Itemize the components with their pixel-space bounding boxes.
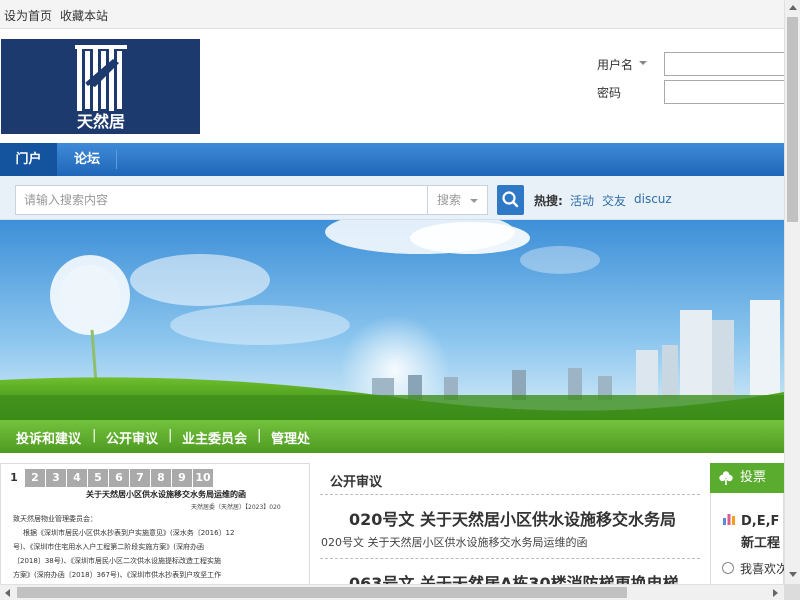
slide-page-5[interactable]: 5 bbox=[88, 469, 108, 487]
main-nav: 门户 论坛 bbox=[0, 143, 784, 176]
doc-line: 致天然居物业管理委员会： bbox=[13, 515, 97, 523]
section-title: 公开审议 bbox=[330, 475, 383, 490]
doc-ref: 天然居委（天然居）【2023】020 bbox=[191, 504, 281, 511]
hot-link-dating[interactable]: 交友 bbox=[602, 192, 626, 209]
scroll-right-icon[interactable] bbox=[773, 589, 778, 597]
slide-page-6[interactable]: 6 bbox=[109, 469, 129, 487]
chevron-down-icon[interactable] bbox=[639, 61, 647, 65]
hot-link-activity[interactable]: 活动 bbox=[570, 192, 594, 209]
slide-page-9[interactable]: 9 bbox=[172, 469, 192, 487]
vote-option-radio[interactable] bbox=[722, 562, 734, 574]
search-button[interactable] bbox=[497, 185, 524, 215]
category-separator: | bbox=[168, 428, 173, 443]
banner-image bbox=[0, 220, 784, 420]
password-label: 密码 bbox=[597, 86, 622, 100]
category-public-review[interactable]: 公开审议 bbox=[106, 428, 158, 447]
clover-icon bbox=[719, 471, 733, 485]
category-complaints[interactable]: 投诉和建议 bbox=[16, 428, 81, 447]
category-management-office[interactable]: 管理处 bbox=[271, 428, 310, 447]
hot-search-label: 热搜: bbox=[534, 194, 563, 208]
hot-link-discuz[interactable]: discuz bbox=[634, 192, 672, 206]
vote-option-label[interactable]: 我喜欢次 bbox=[740, 560, 788, 577]
doc-line: 号)、《深圳市住宅用水入户工程第二阶段实施方案》(深府办函 bbox=[13, 543, 204, 551]
username-label[interactable]: 用户名 bbox=[597, 56, 633, 73]
logo-text: 天然居 bbox=[77, 112, 125, 131]
scroll-down-icon[interactable] bbox=[789, 572, 797, 577]
category-separator: | bbox=[257, 428, 262, 443]
set-home-link[interactable]: 设为首页 bbox=[4, 7, 52, 24]
slide-page-10[interactable]: 10 bbox=[193, 469, 213, 487]
bar-chart-icon bbox=[723, 514, 735, 525]
scrollbar-corner bbox=[784, 584, 800, 600]
site-logo[interactable]: 天然居 bbox=[1, 39, 200, 134]
top-bar: 设为首页 收藏本站 bbox=[0, 0, 784, 29]
scroll-up-icon[interactable] bbox=[789, 5, 797, 10]
search-type-label: 搜索 bbox=[437, 193, 462, 207]
slide-page-8[interactable]: 8 bbox=[151, 469, 171, 487]
search-type-select[interactable]: 搜索 bbox=[427, 185, 488, 215]
category-owners-committee[interactable]: 业主委员会 bbox=[182, 428, 247, 447]
scroll-left-icon[interactable] bbox=[5, 589, 10, 597]
chevron-down-icon bbox=[470, 199, 478, 203]
search-icon bbox=[502, 191, 519, 208]
nav-divider bbox=[116, 150, 117, 169]
article-title[interactable]: 020号文 关于天然居小区供水设施移交水务局 bbox=[349, 506, 676, 530]
doc-line: 根据《深圳市居民小区供水抄表到户实施意见》(深水务〔2016〕12 bbox=[23, 529, 235, 537]
category-separator: | bbox=[92, 428, 97, 443]
doc-line: 方案》(深府办函〔2018〕367号)、《深圳市供水抄表到户攻坚工作 bbox=[13, 571, 222, 579]
bookmark-link[interactable]: 收藏本站 bbox=[60, 7, 108, 24]
slide-page-1[interactable]: 1 bbox=[4, 469, 24, 487]
username-input[interactable] bbox=[664, 52, 789, 76]
vertical-scroll-thumb[interactable] bbox=[787, 17, 798, 222]
category-bar: 投诉和建议 | 公开审议 | 业主委员会 | 管理处 bbox=[0, 420, 784, 453]
slide-page-4[interactable]: 4 bbox=[67, 469, 87, 487]
search-input[interactable]: 请输入搜索内容 bbox=[15, 185, 428, 215]
horizontal-scrollbar[interactable] bbox=[0, 584, 784, 600]
password-input[interactable] bbox=[664, 80, 789, 104]
slide-page-7[interactable]: 7 bbox=[130, 469, 150, 487]
nav-item-forum[interactable]: 论坛 bbox=[57, 143, 117, 176]
horizontal-scroll-thumb[interactable] bbox=[17, 587, 627, 598]
vote-header-label: 投票 bbox=[740, 470, 767, 485]
nav-item-portal[interactable]: 门户 bbox=[0, 143, 57, 176]
divider bbox=[320, 494, 700, 495]
divider bbox=[320, 558, 700, 559]
slide-page-3[interactable]: 3 bbox=[46, 469, 66, 487]
article-summary[interactable]: 020号文 关于天然居小区供水设施移交水务局运维的函 bbox=[321, 534, 588, 550]
doc-line: 〔2018〕38号)、《深圳市居民小区二次供水设施提标改造工程实施 bbox=[13, 557, 221, 565]
vertical-scrollbar[interactable] bbox=[784, 0, 800, 584]
doc-title: 关于天然居小区供水设施移交水务局运维的函 bbox=[86, 490, 246, 499]
slide-page-2[interactable]: 2 bbox=[25, 469, 45, 487]
